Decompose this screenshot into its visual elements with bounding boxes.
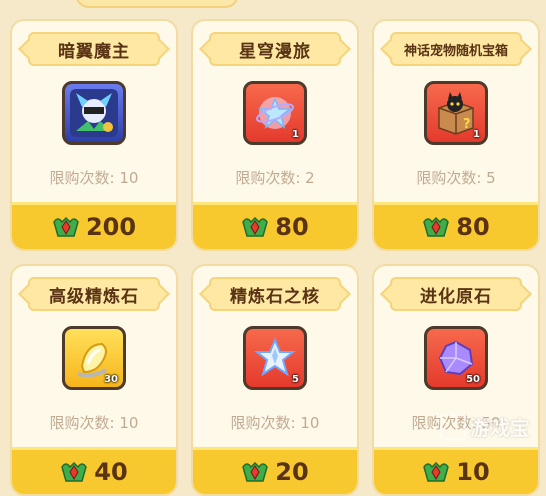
item-count: 30: [104, 374, 118, 385]
card-title: 高级精炼石: [28, 277, 160, 311]
refining-stone-icon: 30: [62, 326, 126, 390]
shop-card-refining-core[interactable]: 精炼石之核 5 限购次数: 10 20: [191, 264, 359, 496]
buy-button[interactable]: 40: [12, 447, 176, 494]
crystal-currency-icon: [241, 214, 269, 240]
item-count: 50: [466, 374, 480, 385]
item-count: 1: [292, 129, 299, 140]
shop-card-mythic-pet-box[interactable]: 神话宠物随机宝箱 ? 1 限购次数: 5 80: [372, 19, 540, 251]
crystal-currency-icon: [422, 459, 450, 485]
price-value: 80: [456, 213, 490, 241]
card-title: 暗翼魔主: [28, 32, 160, 66]
purchase-limit: 限购次数: 10: [230, 414, 320, 432]
buy-button[interactable]: 10: [374, 447, 538, 494]
refining-core-icon: 5: [243, 326, 307, 390]
card-title: 精炼石之核: [209, 277, 341, 311]
watermark: 游戏宝: [440, 412, 530, 441]
dark-wing-lord-portrait-icon: [62, 81, 126, 145]
price-value: 20: [275, 458, 309, 486]
shop-card-dark-wing-lord[interactable]: 暗翼魔主 限购次数: 10 200: [10, 19, 178, 251]
crystal-currency-icon: [52, 214, 80, 240]
watermark-text: 游戏宝: [470, 416, 530, 440]
crystal-currency-icon: [60, 459, 88, 485]
buy-button[interactable]: 20: [193, 447, 357, 494]
buy-button[interactable]: 80: [193, 202, 357, 249]
card-title: 神话宠物随机宝箱: [390, 32, 522, 66]
buy-button[interactable]: 200: [12, 202, 176, 249]
top-tab-edge: [75, 0, 239, 8]
item-count: 5: [292, 374, 299, 385]
purchase-limit: 限购次数: 2: [235, 169, 315, 187]
purchase-limit: 限购次数: 10: [49, 169, 139, 187]
price-value: 10: [456, 458, 490, 486]
shop-card-star-travel[interactable]: 星穹漫旅 1 限购次数: 2 80: [191, 19, 359, 251]
price-value: 40: [94, 458, 128, 486]
purchase-limit: 限购次数: 5: [416, 169, 496, 187]
star-travel-icon: 1: [243, 81, 307, 145]
shop-card-evolution-stone[interactable]: 进化原石 50 限购次数: 50 10: [372, 264, 540, 496]
svg-text:?: ?: [463, 117, 471, 132]
crystal-currency-icon: [422, 214, 450, 240]
item-count: 1: [473, 129, 480, 140]
price-value: 80: [275, 213, 309, 241]
buy-button[interactable]: 80: [374, 202, 538, 249]
card-title: 进化原石: [390, 277, 522, 311]
watermark-logo-icon: [440, 413, 466, 440]
mystery-box-icon: ? 1: [424, 81, 488, 145]
card-title: 星穹漫旅: [209, 32, 341, 66]
shop-card-advanced-refining-stone[interactable]: 高级精炼石 30 限购次数: 10 40: [10, 264, 178, 496]
price-value: 200: [85, 213, 137, 241]
crystal-currency-icon: [241, 459, 269, 485]
evolution-stone-icon: 50: [424, 326, 488, 390]
purchase-limit: 限购次数: 10: [49, 414, 139, 432]
